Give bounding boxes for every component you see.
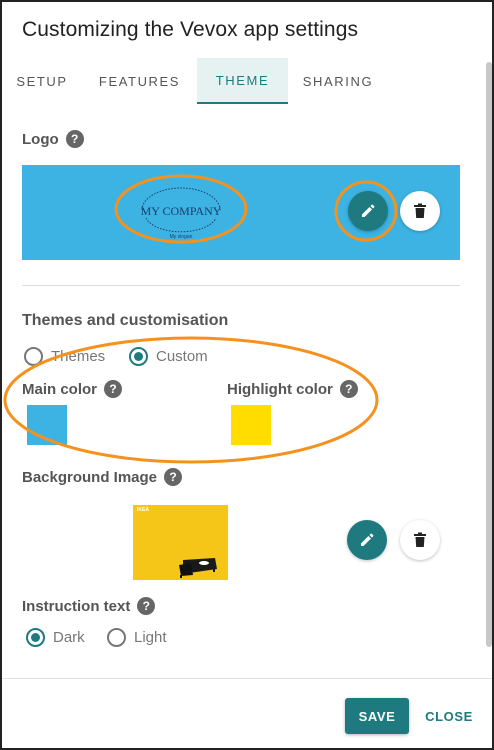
radio-themes-label: Themes xyxy=(51,348,106,365)
logo-section-label: Logo ? xyxy=(22,130,84,148)
scrollbar[interactable] xyxy=(486,62,492,647)
logo-slogan-text: My slogan xyxy=(169,234,193,240)
instruction-option-dark[interactable]: Dark xyxy=(26,628,85,647)
tab-setup[interactable]: SETUP xyxy=(2,58,82,104)
delete-logo-button[interactable] xyxy=(400,191,440,231)
edit-background-button[interactable] xyxy=(347,520,387,560)
delete-background-button[interactable] xyxy=(400,520,440,560)
instruction-label-row: Instruction text ? xyxy=(22,597,156,615)
close-button[interactable]: CLOSE xyxy=(420,698,478,734)
tab-bar: SETUP FEATURES THEME SHARING xyxy=(2,58,482,104)
question-circle-icon[interactable]: ? xyxy=(65,130,84,148)
trash-icon xyxy=(414,532,426,547)
radio-light[interactable] xyxy=(107,628,126,647)
question-circle-icon[interactable]: ? xyxy=(339,380,358,398)
footer-divider xyxy=(2,678,492,679)
radio-custom-label: Custom xyxy=(156,348,208,365)
themes-section-label: Themes and customisation xyxy=(22,312,228,330)
radio-dark[interactable] xyxy=(26,628,45,647)
tab-sharing[interactable]: SHARING xyxy=(288,58,388,104)
radio-themes[interactable] xyxy=(24,347,43,366)
dialog-title: Customizing the Vevox app settings xyxy=(22,18,359,41)
main-color-label-row: Main color ? xyxy=(22,380,123,398)
highlight-color-label: Highlight color xyxy=(227,380,333,398)
logo-company-text: MY COMPANY xyxy=(140,204,222,218)
pencil-icon xyxy=(361,533,374,546)
main-color-label: Main color xyxy=(22,380,98,398)
radio-custom[interactable] xyxy=(129,347,148,366)
tab-theme[interactable]: THEME xyxy=(197,58,288,104)
highlight-color-label-row: Highlight color ? xyxy=(227,380,358,398)
instruction-option-light[interactable]: Light xyxy=(107,628,167,647)
question-circle-icon[interactable]: ? xyxy=(137,597,156,615)
pencil-icon xyxy=(362,204,375,217)
trash-icon xyxy=(414,203,426,218)
background-thumbnail: IKEA xyxy=(133,505,228,580)
logo-label: Logo xyxy=(22,130,59,148)
highlight-color-swatch[interactable] xyxy=(231,405,271,445)
question-circle-icon[interactable]: ? xyxy=(104,380,123,398)
themes-label: Themes and customisation xyxy=(22,312,229,329)
radio-dark-label: Dark xyxy=(53,629,85,646)
main-color-swatch[interactable] xyxy=(27,405,67,445)
save-button[interactable]: SAVE xyxy=(345,698,409,734)
instruction-label: Instruction text xyxy=(22,597,131,615)
sofa-icon xyxy=(179,558,217,578)
radio-light-label: Light xyxy=(134,629,167,646)
section-divider xyxy=(22,285,460,286)
question-circle-icon[interactable]: ? xyxy=(164,468,183,486)
background-label-row: Background Image ? xyxy=(22,468,183,486)
background-label: Background Image xyxy=(22,468,158,486)
theme-option-custom[interactable]: Custom xyxy=(129,347,208,366)
edit-logo-button[interactable] xyxy=(348,191,388,231)
settings-dialog: Customizing the Vevox app settings SETUP… xyxy=(0,0,494,750)
tab-features[interactable]: FEATURES xyxy=(82,58,197,104)
theme-option-themes[interactable]: Themes xyxy=(24,347,105,366)
